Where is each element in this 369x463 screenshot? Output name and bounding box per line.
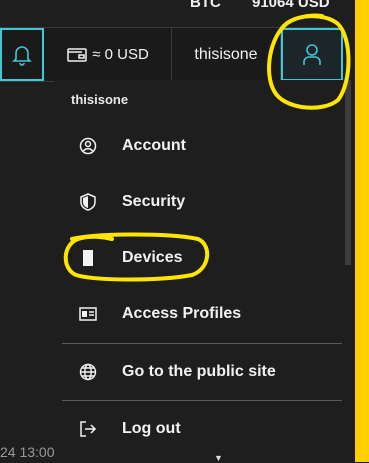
user-dropdown-menu: thisisone Account Security Devices Acces… (54, 80, 343, 462)
bell-icon (12, 45, 32, 66)
ticker-symbol: BTC (190, 0, 221, 11)
account-circle-icon (54, 137, 122, 155)
menu-divider (62, 400, 342, 401)
globe-icon (54, 363, 122, 381)
menu-item-public-site[interactable]: Go to the public site (54, 352, 343, 392)
shield-icon (54, 193, 122, 211)
device-icon (54, 249, 122, 267)
menu-item-label: Devices (122, 249, 183, 266)
menu-item-label: Account (122, 137, 186, 154)
top-bar: ≈ 0 USD thisisone (0, 27, 343, 82)
balance-button[interactable]: ≈ 0 USD (45, 28, 172, 81)
menu-item-security[interactable]: Security (54, 182, 343, 222)
menu-item-account[interactable]: Account (54, 126, 343, 166)
user-menu-button[interactable] (281, 28, 343, 81)
scrollbar[interactable] (345, 80, 351, 265)
user-icon (303, 43, 321, 65)
menu-item-label: Log out (122, 420, 181, 437)
menu-item-label: Access Profiles (122, 305, 242, 322)
ticker-price: 91064 USD (252, 0, 330, 11)
ticker: BTC 91064 USD (0, 0, 369, 16)
menu-item-label: Security (122, 193, 186, 210)
username-button[interactable]: thisisone (172, 28, 281, 81)
timestamp: 24 13:00 (0, 444, 55, 460)
wallet-icon (67, 47, 87, 62)
logout-icon (54, 421, 122, 437)
menu-item-logout[interactable]: Log out (54, 409, 343, 449)
menu-item-devices[interactable]: Devices (54, 238, 343, 278)
username-label: thisisone (194, 45, 258, 63)
menu-username: thisisone (71, 92, 129, 107)
highlight-bar (355, 0, 369, 462)
notifications-button[interactable] (0, 28, 44, 81)
id-card-icon (54, 307, 122, 321)
balance-value: ≈ 0 USD (92, 46, 149, 63)
menu-item-label: Go to the public site (122, 363, 276, 380)
menu-divider (62, 343, 342, 344)
menu-item-access-profiles[interactable]: Access Profiles (54, 294, 343, 334)
